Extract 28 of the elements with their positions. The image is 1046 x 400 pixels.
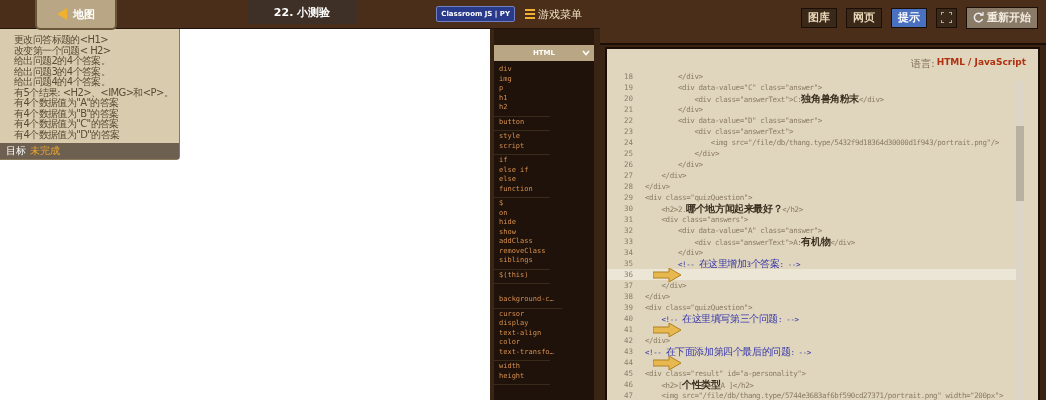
game-menu-button[interactable]: 游戏菜单 (525, 6, 582, 22)
level-title: 22. 小测验 (247, 0, 357, 24)
language-name: HTML / JavaScript (936, 57, 1026, 69)
scrollbar[interactable] (1016, 81, 1024, 400)
code-editor[interactable] (605, 47, 1040, 400)
reload-icon (973, 12, 984, 23)
goal-text: 有4个数据值为"B"的答案 (14, 108, 120, 119)
restart-button[interactable]: 重新开始 (966, 6, 1038, 29)
language-label: 语言: (911, 57, 935, 71)
goal-text: 有4个数据值为"C"的答案 (14, 119, 120, 129)
goal-text: 给出问题3的4个答案。 (14, 66, 112, 77)
goal-text: 有4个数据值为"D"的答案 (14, 129, 121, 140)
goal-text: 更改问答标题的<H1> (14, 35, 110, 45)
toolbar-button[interactable]: 网页 (846, 7, 882, 28)
toolbar-button[interactable]: 图库 (801, 7, 837, 28)
goals-label: 目标 (6, 144, 26, 158)
toolbar-button[interactable]: 提示 (891, 7, 927, 28)
left-triangle-icon (57, 8, 67, 20)
goal-text: 给出问题4的4个答案。 (14, 77, 112, 87)
menu-icon (525, 8, 535, 20)
goal-text: 有5个结果: <H2>、<IMG>和<P>。 (14, 87, 174, 98)
goal-text: 改变第一个问题< H2> (14, 45, 112, 56)
goal-text: 给出问题2的4个答案。 (14, 56, 112, 66)
fullscreen-icon (941, 12, 952, 23)
goal-status: 未完成 (30, 144, 60, 158)
fullscreen-button[interactable] (936, 7, 957, 28)
goal-text: 有4个数据值为"A"的答案 (14, 98, 120, 108)
chevron-down-icon (582, 50, 590, 56)
